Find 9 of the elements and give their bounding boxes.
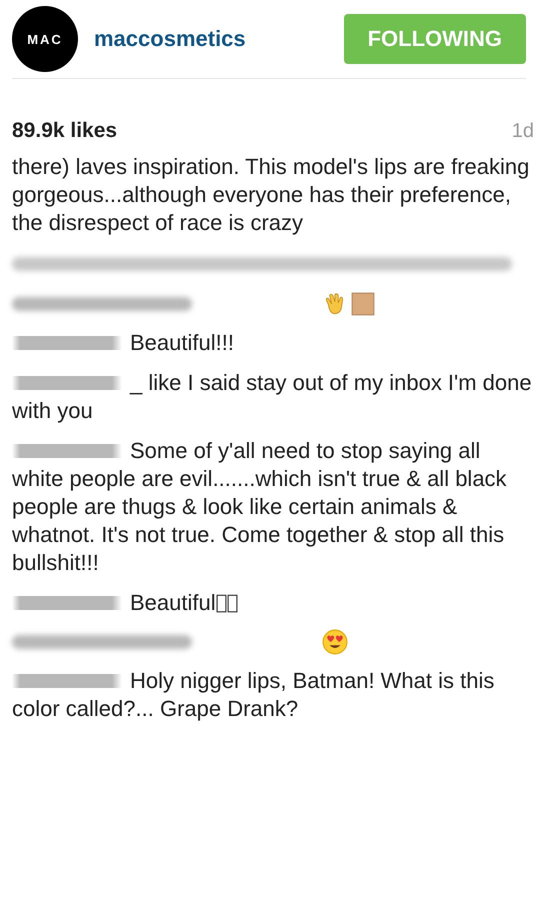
username-link[interactable]: maccosmetics — [94, 26, 328, 52]
skin-tone-swatch-icon — [350, 291, 376, 317]
heart-eyes-emoji-icon — [322, 629, 348, 655]
post-time: 1d — [512, 120, 534, 142]
brand-logo[interactable]: MAC — [12, 6, 78, 72]
missing-glyph-icon — [216, 592, 227, 614]
missing-glyph-icon — [226, 592, 238, 614]
comment-text: there) laves inspiration. This model's lips are freaking gorgeous...although everyone has their preference, the disrespect of race is crazy — [12, 153, 530, 237]
likes-count: 89.9k likes — [12, 119, 118, 143]
